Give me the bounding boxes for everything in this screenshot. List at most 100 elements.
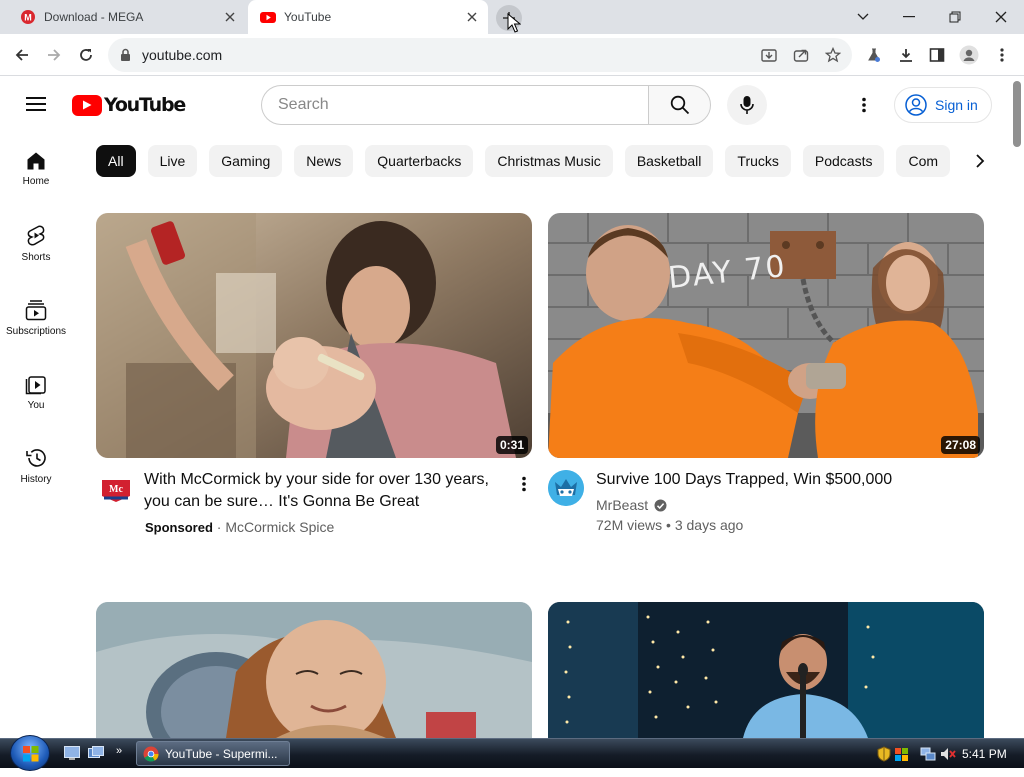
restore-button[interactable] <box>932 0 978 34</box>
chip-trucks[interactable]: Trucks <box>725 145 791 177</box>
close-tab-icon[interactable] <box>220 7 240 27</box>
guide-item-history[interactable]: History <box>0 429 72 503</box>
side-panel-icon <box>929 48 945 62</box>
volume-muted-icon[interactable] <box>940 746 956 762</box>
chip-gaming[interactable]: Gaming <box>209 145 283 177</box>
chip-all[interactable]: All <box>96 145 136 177</box>
chip-bar: All Live Gaming News Quarterbacks Christmas M… <box>96 145 958 177</box>
guide-item-you[interactable]: You <box>0 355 72 429</box>
downloads-button[interactable] <box>892 41 920 69</box>
tab-strip: M Download - MEGA YouTube <box>0 0 1024 34</box>
guide-item-subscriptions[interactable]: Subscriptions <box>0 281 72 355</box>
video-thumbnail[interactable]: 0:31 <box>96 213 532 458</box>
channel-row: MrBeast <box>596 497 667 513</box>
account-circle-icon <box>905 94 927 116</box>
scrollbar-thumb[interactable] <box>1013 81 1021 147</box>
video-action-menu-button[interactable] <box>512 472 536 496</box>
tab-search-button[interactable] <box>840 0 886 34</box>
settings-menu-button[interactable] <box>852 93 876 117</box>
youtube-icon <box>260 9 276 25</box>
chip-com[interactable]: Com <box>896 145 951 177</box>
switch-windows-icon[interactable] <box>88 746 104 760</box>
video-duration: 27:08 <box>941 436 980 454</box>
youtube-masthead: YouTube Sign in <box>0 77 1010 133</box>
meta-separator: · <box>216 519 222 535</box>
extensions-button[interactable] <box>860 41 888 69</box>
youtube-logo[interactable]: YouTube <box>72 94 186 116</box>
quick-launch-chevron-icon[interactable]: » <box>116 745 122 757</box>
channel-avatar[interactable] <box>548 470 584 506</box>
guide-menu-button[interactable] <box>26 97 46 111</box>
task-label: YouTube - Supermi... <box>165 746 278 761</box>
share-icon[interactable] <box>792 46 810 64</box>
chip-live[interactable]: Live <box>147 145 198 177</box>
guide-item-home[interactable]: Home <box>0 133 72 207</box>
system-clock[interactable]: 5:41 PM <box>962 747 1007 761</box>
windows-flag-icon[interactable] <box>894 746 910 762</box>
chrome-menu-button[interactable] <box>988 41 1016 69</box>
chip-christmas-music[interactable]: Christmas Music <box>485 145 613 177</box>
home-icon <box>27 152 45 170</box>
mouse-cursor-icon <box>507 13 521 33</box>
chip-scroll-next-button[interactable] <box>964 145 996 177</box>
guide-label: History <box>20 474 52 485</box>
verified-badge-icon <box>654 499 667 511</box>
video-stats: 72M views • 3 days ago <box>596 517 743 533</box>
close-icon <box>995 11 1007 23</box>
back-button[interactable] <box>8 41 36 69</box>
video-thumbnail[interactable]: DAY 70 27:08 <box>548 213 984 458</box>
reload-icon <box>80 49 92 61</box>
video-title[interactable]: Survive 100 Days Trapped, Win $500,000 <box>596 469 976 491</box>
guide-label: Shorts <box>21 252 51 263</box>
security-shield-icon[interactable] <box>876 746 892 762</box>
start-button[interactable] <box>10 735 50 771</box>
channel-name[interactable]: McCormick Spice <box>225 519 334 535</box>
view-count: 72M views <box>596 517 663 533</box>
tab-mega[interactable]: M Download - MEGA <box>8 0 246 34</box>
profile-button[interactable] <box>955 41 983 69</box>
show-desktop-icon[interactable] <box>64 746 80 760</box>
download-icon <box>900 49 912 62</box>
chrome-icon <box>143 746 159 762</box>
address-bar[interactable]: youtube.com <box>108 38 852 72</box>
video-thumbnail[interactable] <box>548 602 984 738</box>
forward-button[interactable] <box>40 41 68 69</box>
search-box <box>261 85 649 125</box>
chip-news[interactable]: News <box>294 145 354 177</box>
chip-basketball[interactable]: Basketball <box>624 145 714 177</box>
close-window-button[interactable] <box>978 0 1024 34</box>
reload-button[interactable] <box>72 41 100 69</box>
lock-icon <box>121 48 130 61</box>
search-input[interactable] <box>278 96 649 114</box>
video-title[interactable]: With McCormick by your side for over 130… <box>144 469 504 513</box>
chip-quarterbacks[interactable]: Quarterbacks <box>365 145 474 177</box>
search-button[interactable] <box>648 85 711 125</box>
taskbar-chrome-window[interactable]: YouTube - Supermi... <box>136 741 290 766</box>
chip-podcasts[interactable]: Podcasts <box>802 145 885 177</box>
guide-label: You <box>27 400 45 411</box>
profile-avatar-icon <box>959 45 979 65</box>
channel-avatar[interactable]: Mc <box>98 472 134 508</box>
tab-title: Download - MEGA <box>44 10 144 24</box>
video-meta: Sponsored · McCormick Spice <box>145 519 334 535</box>
flask-icon <box>868 48 880 62</box>
minimize-button[interactable] <box>886 0 932 34</box>
page-scrollbar[interactable] <box>1010 77 1024 738</box>
install-app-icon[interactable] <box>760 46 778 64</box>
sign-in-button[interactable]: Sign in <box>894 87 992 123</box>
mrbeast-logo-icon <box>548 470 584 506</box>
svg-text:Mc: Mc <box>109 484 123 495</box>
guide-label: Home <box>22 176 50 187</box>
guide-item-shorts[interactable]: Shorts <box>0 207 72 281</box>
mega-icon: M <box>20 9 36 25</box>
channel-name[interactable]: MrBeast <box>596 497 648 513</box>
video-thumbnail[interactable] <box>96 602 532 738</box>
guide-label: Subscriptions <box>5 326 67 337</box>
tab-youtube[interactable]: YouTube <box>248 0 488 34</box>
side-panel-button[interactable] <box>923 41 951 69</box>
network-icon[interactable] <box>920 746 936 762</box>
tab-title: YouTube <box>284 10 332 24</box>
voice-search-button[interactable] <box>727 85 767 125</box>
bookmark-star-icon[interactable] <box>824 46 842 64</box>
close-tab-icon[interactable] <box>462 7 482 27</box>
